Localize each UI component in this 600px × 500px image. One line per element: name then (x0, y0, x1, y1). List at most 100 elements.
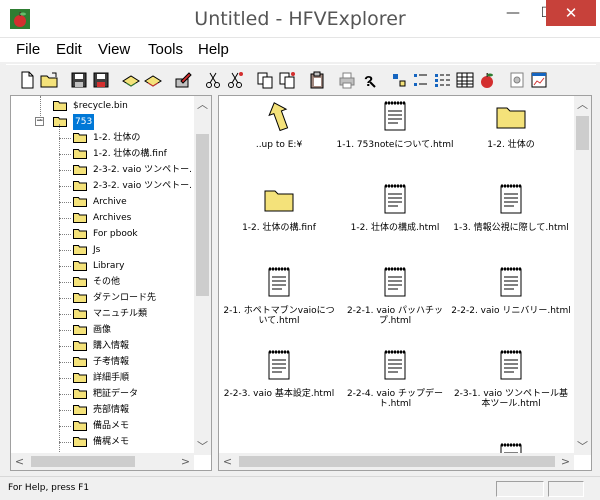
file-item[interactable]: ..up to E:¥ (219, 100, 339, 170)
menu-view[interactable]: View (98, 41, 130, 58)
tree-item-label: $recycle.bin (73, 101, 128, 111)
scroll-right-icon[interactable]: > (177, 453, 194, 470)
new-file-button[interactable] (16, 69, 38, 91)
file-item[interactable]: 2-2-3. vaio 基本設定.html (219, 349, 339, 419)
document-icon (495, 266, 527, 298)
file-item[interactable]: 2-1. ホペトマブンvaioについて.html (219, 266, 339, 336)
tree-vertical-scrollbar[interactable]: ︿ ﹀ (194, 96, 211, 455)
file-item[interactable]: 2-3-1. vaio ツンペトール基本ツール.html (451, 349, 571, 419)
status-panel (496, 481, 544, 497)
list-vertical-thumb[interactable] (576, 116, 589, 150)
tree-item[interactable]: 売部情報 (73, 402, 193, 418)
scroll-right-icon[interactable]: > (557, 453, 574, 470)
tree-item[interactable]: 詳細手順 (73, 370, 193, 386)
cut-2-button[interactable] (224, 69, 246, 91)
properties-icon (510, 72, 524, 88)
file-item[interactable]: 2-2-4. vaio チップデート.html (335, 349, 455, 419)
tree-item[interactable]: ダテンロード先 (73, 290, 193, 306)
details-view-button[interactable] (454, 69, 476, 91)
tree-item-label: 売部情報 (93, 405, 130, 415)
file-item[interactable]: 1-1. 753noteについて.html (335, 100, 455, 170)
tree-item[interactable]: 粑証データ (73, 386, 193, 402)
list-vertical-scrollbar[interactable]: ︿ ﹀ (574, 96, 591, 455)
menu-edit[interactable]: Edit (56, 41, 82, 58)
tree-item[interactable]: Archives (73, 210, 193, 226)
tree-item[interactable]: 2-3-2. vaio ツンペトー. (73, 178, 193, 194)
tree-item[interactable]: 2-3-2. vaio ツンペトー. (73, 162, 193, 178)
drive-2-button[interactable] (142, 69, 164, 91)
tree-item[interactable]: その他 (73, 274, 193, 290)
tree-horizontal-scrollbar[interactable]: < > (11, 453, 194, 470)
scroll-left-icon[interactable]: < (11, 453, 28, 470)
menu-tools[interactable]: Tools (148, 41, 183, 58)
large-icons-view-icon (393, 74, 406, 87)
print-button[interactable] (336, 69, 358, 91)
copy-icon (257, 72, 273, 89)
tree-item[interactable]: For pbook (73, 226, 193, 242)
tree-connector (59, 186, 71, 187)
save-as-button[interactable] (90, 69, 112, 91)
cut-button[interactable] (202, 69, 224, 91)
edit-button[interactable] (172, 69, 194, 91)
scroll-down-icon[interactable]: ﹀ (194, 438, 211, 455)
paste-button[interactable] (306, 69, 328, 91)
copy-button[interactable] (254, 69, 276, 91)
list-horizontal-thumb[interactable] (239, 456, 555, 467)
file-label: 2-2-3. vaio 基本設定.html (223, 389, 335, 399)
apple-icon (481, 73, 493, 88)
file-item[interactable]: 1-3. 情報公視に際して.html (451, 183, 571, 253)
drive-button[interactable] (120, 69, 142, 91)
tree-item[interactable]: 子考情報 (73, 354, 193, 370)
toolbar: ? (6, 64, 596, 94)
tree-item[interactable]: 備梶メモ (73, 434, 193, 450)
tree-item[interactable]: Archive (73, 194, 193, 210)
small-icons-button[interactable] (410, 69, 432, 91)
close-button[interactable]: ✕ (546, 0, 596, 26)
help-button[interactable]: ? (358, 69, 380, 91)
tree-item[interactable]: 画像 (73, 322, 193, 338)
minimize-button[interactable]: — (496, 0, 530, 26)
scroll-down-icon[interactable]: ﹀ (574, 438, 591, 455)
file-item[interactable]: 2-2-2. vaio リニバリー.html (451, 266, 571, 336)
tree-item[interactable]: $recycle.bin (53, 98, 193, 114)
large-icons-button[interactable] (388, 69, 410, 91)
tree-item[interactable]: マニュチル類 (73, 306, 193, 322)
tree-item[interactable]: 1-2. 壮体の構.finf (73, 146, 193, 162)
copy-red-icon (279, 72, 295, 89)
tree-item-label: Archive (93, 197, 127, 207)
tree-item[interactable]: 753 (53, 114, 193, 130)
properties-button[interactable] (506, 69, 528, 91)
tree-item[interactable]: 1-2. 壮体の (73, 130, 193, 146)
tree-connector (59, 202, 71, 203)
tree-vertical-thumb[interactable] (196, 134, 209, 296)
list-view-button[interactable] (432, 69, 454, 91)
tree-item[interactable]: 備品メモ (73, 418, 193, 434)
file-item[interactable]: 1-2. 壮体の (451, 100, 571, 170)
tree-item[interactable]: 購入情報 (73, 338, 193, 354)
scroll-up-icon[interactable]: ︿ (574, 96, 591, 113)
chart-button[interactable] (528, 69, 550, 91)
document-icon (379, 183, 411, 215)
scroll-up-icon[interactable]: ︿ (194, 96, 211, 113)
tree-connector (59, 138, 71, 139)
tree-horizontal-thumb[interactable] (31, 456, 135, 467)
scroll-left-icon[interactable]: < (219, 453, 236, 470)
folder-icon (73, 356, 87, 367)
file-item[interactable]: 1-2. 壮体の構.finf (219, 183, 339, 253)
file-item[interactable]: 1-2. 壮体の構成.html (335, 183, 455, 253)
tree-item-label: For pbook (93, 229, 138, 239)
mac-apple-button[interactable] (476, 69, 498, 91)
tree-item[interactable]: Library (73, 258, 193, 274)
tree-item[interactable]: Js (73, 242, 193, 258)
menu-file[interactable]: File (16, 41, 40, 58)
menu-help[interactable]: Help (198, 41, 229, 58)
copy-2-button[interactable] (276, 69, 298, 91)
folder-tree-pane[interactable]: $recycle.bin 753−1-2. 壮体の 1-2. 壮体の構.finf 2-… (10, 95, 212, 471)
list-horizontal-scrollbar[interactable]: < > (219, 453, 574, 470)
file-label: 1-1. 753noteについて.html (336, 140, 454, 150)
file-item[interactable]: 2-2-1. vaio パッハチップ.html (335, 266, 455, 336)
tree-item-label: 1-2. 壮体の (93, 133, 141, 143)
open-button[interactable] (38, 69, 60, 91)
file-list-pane[interactable]: ..up to E:¥ 1-1. 753noteについて.html 1-2. 壮体の… (218, 95, 592, 471)
save-button[interactable] (68, 69, 90, 91)
